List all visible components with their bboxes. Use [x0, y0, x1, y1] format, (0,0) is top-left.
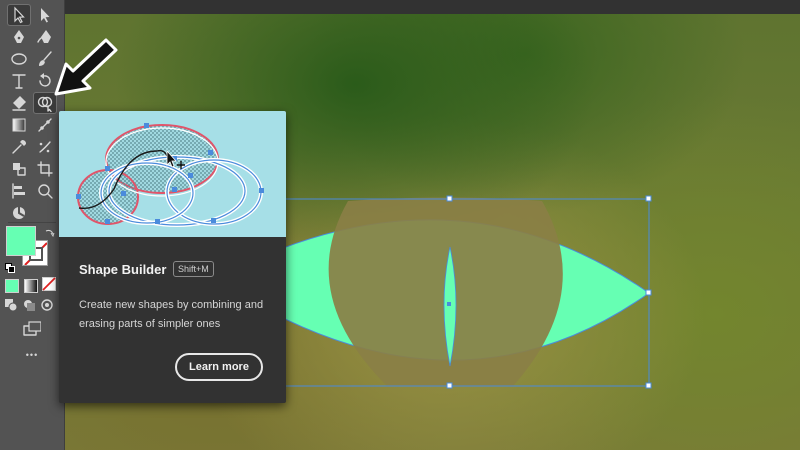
ellipse-icon — [11, 53, 27, 65]
draw-behind-icon — [24, 300, 35, 311]
column-graph-tool[interactable] — [8, 181, 30, 201]
puppet-warp-icon — [38, 118, 52, 132]
more-tools-button[interactable]: ••• — [14, 350, 50, 364]
gradient-icon — [12, 118, 26, 132]
swap-fill-stroke-icon[interactable] — [45, 225, 55, 238]
tooltip-illustration — [59, 111, 286, 237]
hand-icon — [13, 207, 25, 219]
illustrator-window: ••• Shape Builder Shift+M Create new sha… — [0, 0, 800, 450]
draw-normal-icon — [5, 299, 18, 312]
direct-selection-icon — [41, 8, 50, 23]
selection-tool[interactable] — [7, 4, 31, 26]
shaper-tool[interactable] — [8, 159, 30, 179]
tooltip-shortcut-badge: Shift+M — [173, 261, 214, 277]
selection-arrow-icon — [14, 6, 25, 24]
document-tab-strip — [65, 0, 800, 15]
learn-more-button[interactable]: Learn more — [175, 353, 263, 381]
shaper-icon — [13, 163, 26, 176]
color-mode-button[interactable] — [4, 278, 20, 294]
gradient-tool[interactable] — [8, 115, 30, 135]
screen-mode-button[interactable] — [20, 320, 44, 340]
eyedropper-tool[interactable] — [8, 137, 30, 157]
color-icon — [5, 279, 19, 293]
symbol-sprayer-tool[interactable] — [34, 137, 56, 157]
pen-icon — [14, 30, 24, 43]
eyedropper-icon — [12, 140, 26, 154]
zoom-tool[interactable] — [34, 181, 56, 201]
none-mode-button[interactable] — [42, 277, 58, 294]
gradient-swatch-icon — [24, 279, 38, 293]
fill-swatch[interactable] — [6, 226, 36, 256]
ellipse-tool[interactable] — [8, 49, 30, 69]
draw-inside-icon — [41, 299, 53, 311]
tooltip-title: Shape Builder — [79, 262, 167, 277]
eraser-icon — [12, 96, 26, 111]
zoom-icon — [38, 184, 53, 199]
hand-tool[interactable] — [8, 203, 30, 223]
none-icon — [42, 277, 56, 291]
default-fill-stroke-icon[interactable] — [5, 260, 15, 273]
screen-mode-icon — [23, 321, 41, 336]
toolbar-divider — [8, 222, 56, 223]
artboard-icon — [37, 161, 53, 177]
type-tool[interactable] — [8, 71, 30, 91]
eraser-tool[interactable] — [8, 93, 30, 113]
artboard-tool[interactable] — [34, 159, 56, 179]
gradient-mode-button[interactable] — [23, 278, 39, 294]
symbol-sprayer-icon — [39, 141, 51, 153]
tool-tooltip: Shape Builder Shift+M Create new shapes … — [59, 111, 286, 403]
callout-arrow-icon — [54, 38, 118, 96]
draw-inside-button[interactable] — [40, 299, 58, 315]
direct-selection-tool[interactable] — [34, 5, 56, 25]
puppet-warp-tool[interactable] — [34, 115, 56, 135]
pen-tool[interactable] — [8, 27, 30, 47]
draw-normal-button[interactable] — [4, 299, 22, 315]
type-icon — [12, 74, 26, 89]
column-graph-icon — [12, 183, 25, 199]
draw-behind-button[interactable] — [22, 299, 40, 315]
center-point — [447, 302, 451, 306]
tooltip-description: Create new shapes by combining and erasi… — [79, 299, 264, 330]
